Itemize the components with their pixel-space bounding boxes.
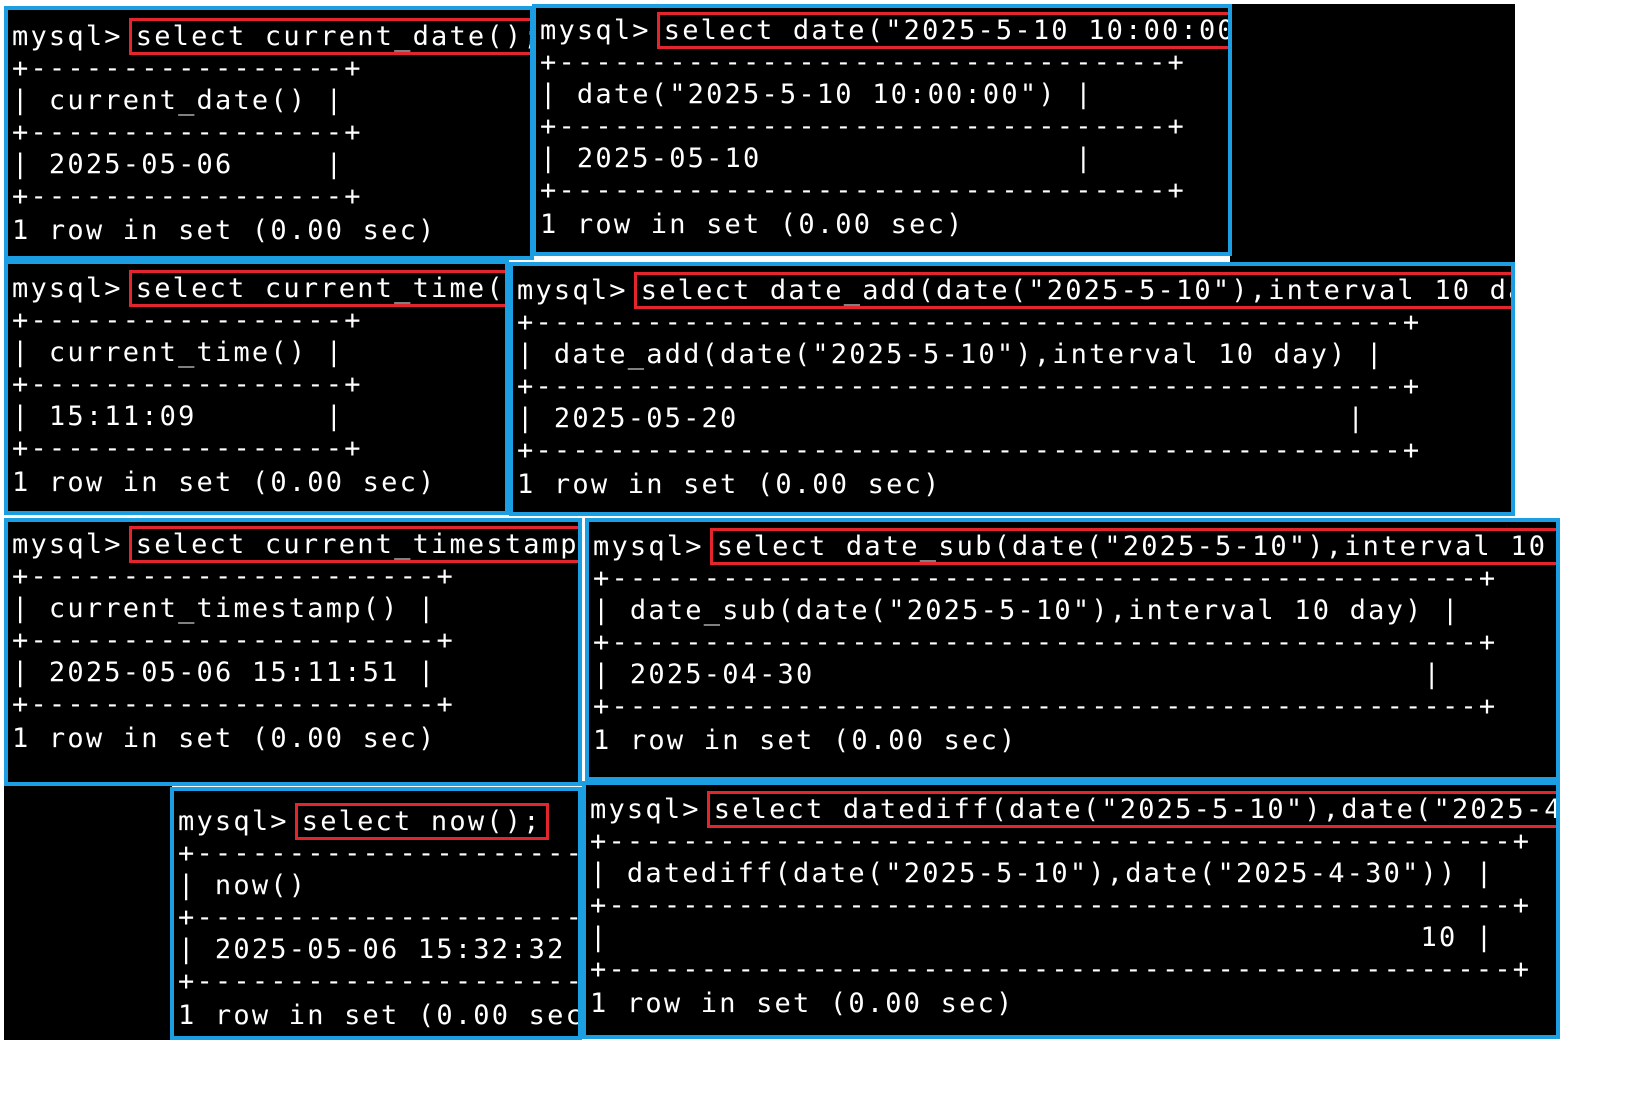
- table-border: +----------------------+: [12, 689, 455, 720]
- table-border: +---------------------------------------…: [593, 627, 1498, 658]
- command-line: mysql>select current_timestamp();: [12, 526, 578, 563]
- table-border: +---------------------------------------…: [590, 954, 1532, 985]
- column-header: | date_add(date("2025-5-10"),interval 10…: [517, 339, 1385, 370]
- result-value: | 2025-05-10 |: [540, 143, 1094, 174]
- result-value: | 2025-05-06 15:11:51 |: [12, 657, 437, 688]
- mysql-prompt: mysql>: [12, 21, 123, 52]
- row-count-footer: 1 row in set (0.00 sec): [12, 215, 437, 246]
- highlighted-command[interactable]: select date("2025-5-10 10:00:00");: [656, 12, 1228, 49]
- highlighted-command[interactable]: select current_timestamp();: [128, 526, 578, 563]
- background-filler-bottom-left: [4, 785, 172, 1040]
- highlighted-command[interactable]: select current_time();: [128, 270, 505, 307]
- column-header: | current_date() |: [12, 85, 345, 116]
- background-filler-top-right: [1230, 4, 1515, 264]
- result-value: | 10 |: [590, 922, 1495, 953]
- terminal-panel-current-timestamp: mysql>select current_timestamp(); +-----…: [4, 518, 582, 786]
- row-count-footer: 1 row in set (0.00 sec): [590, 988, 1015, 1019]
- highlighted-command[interactable]: select date_sub(date("2025-5-10"),interv…: [709, 528, 1556, 565]
- table-border: +---------------------+: [178, 902, 582, 933]
- terminal-panel-date-sub: mysql> select date_sub(date("2025-5-10"),…: [585, 518, 1560, 781]
- table-border: +---------------------+: [178, 966, 582, 997]
- table-border: +---------------------------------------…: [517, 307, 1422, 338]
- table-border: +---------------------------------------…: [593, 691, 1498, 722]
- table-border: +---------------------------------+: [540, 111, 1186, 142]
- terminal-panel-now: mysql> select now(); +-------------------…: [170, 787, 582, 1040]
- row-count-footer: 1 row in set (0.00 sec): [12, 723, 437, 754]
- mysql-prompt: mysql>: [593, 531, 704, 562]
- table-border: +---------------------------------------…: [590, 826, 1532, 857]
- mysql-prompt: mysql>: [178, 806, 289, 837]
- table-border: +-----------------+: [12, 433, 363, 464]
- column-header: | date("2025-5-10 10:00:00") |: [540, 79, 1094, 110]
- mysql-prompt: mysql>: [517, 275, 628, 306]
- result-value: | 15:11:09 |: [12, 401, 345, 432]
- table-border: +---------------------------------+: [540, 47, 1186, 78]
- terminal-panel-current-date: mysql> select current_date(); +----------…: [4, 6, 534, 260]
- result-value: | 2025-04-30 |: [593, 659, 1442, 690]
- table-border: +-----------------+: [12, 369, 363, 400]
- highlighted-command[interactable]: select now();: [294, 803, 549, 840]
- table-border: +----------------------+: [12, 625, 455, 656]
- table-border: +-----------------+: [12, 181, 363, 212]
- terminal-panel-current-time: mysql> select current_time(); +----------…: [4, 260, 509, 515]
- column-header: | now() |: [178, 870, 582, 901]
- command-line: mysql> select date_sub(date("2025-5-10"),…: [593, 528, 1556, 565]
- column-header: | date_sub(date("2025-5-10"),interval 10…: [593, 595, 1461, 626]
- mysql-prompt: mysql>: [12, 529, 123, 560]
- table-border: +-----------------+: [12, 117, 363, 148]
- command-line: mysql> select date_add(date("2025-5-10"),…: [517, 272, 1511, 309]
- highlighted-command[interactable]: select datediff(date("2025-5-10"),date("…: [706, 791, 1556, 828]
- table-border: +---------------------+: [178, 838, 582, 869]
- table-border: +----------------------+: [12, 561, 455, 592]
- table-border: +---------------------------------+: [540, 175, 1186, 206]
- column-header: | current_time() |: [12, 337, 345, 368]
- highlighted-command[interactable]: select date_add(date("2025-5-10"),interv…: [633, 272, 1511, 309]
- mysql-prompt: mysql>: [12, 273, 123, 304]
- terminal-panel-date-add: mysql> select date_add(date("2025-5-10"),…: [509, 262, 1515, 516]
- row-count-footer: 1 row in set (0.00 sec): [593, 725, 1018, 756]
- command-line: mysql> select current_time();: [12, 270, 505, 307]
- column-header: | current_timestamp() |: [12, 593, 437, 624]
- table-border: +---------------------------------------…: [590, 890, 1532, 921]
- result-value: | 2025-05-06 |: [12, 149, 345, 180]
- row-count-footer: 1 row in set (0.00 sec): [517, 469, 942, 500]
- terminal-panel-date: mysql> select date("2025-5-10 10:00:00");…: [532, 4, 1232, 256]
- mysql-prompt: mysql>: [540, 15, 651, 46]
- table-border: +-----------------+: [12, 53, 363, 84]
- terminal-panel-datediff: mysql> select datediff(date("2025-5-10"),…: [582, 781, 1560, 1039]
- table-border: +-----------------+: [12, 305, 363, 336]
- row-count-footer: 1 row in set (0.00 sec): [540, 209, 965, 240]
- column-header: | datediff(date("2025-5-10"),date("2025-…: [590, 858, 1495, 889]
- mysql-prompt: mysql>: [590, 794, 701, 825]
- result-value: | 2025-05-06 15:32:32 |: [178, 934, 582, 965]
- command-line: mysql> select now();: [178, 803, 549, 840]
- command-line: mysql> select datediff(date("2025-5-10"),…: [590, 791, 1556, 828]
- row-count-footer: 1 row in set (0.00 sec): [12, 467, 437, 498]
- highlighted-command[interactable]: select current_date();: [128, 18, 530, 55]
- table-border: +---------------------------------------…: [517, 435, 1422, 466]
- result-value: | 2025-05-20 |: [517, 403, 1366, 434]
- row-count-footer: 1 row in set (0.00 sec): [178, 1000, 582, 1031]
- command-line: mysql> select date("2025-5-10 10:00:00");: [540, 12, 1228, 49]
- command-line: mysql> select current_date();: [12, 18, 530, 55]
- table-border: +---------------------------------------…: [593, 563, 1498, 594]
- table-border: +---------------------------------------…: [517, 371, 1422, 402]
